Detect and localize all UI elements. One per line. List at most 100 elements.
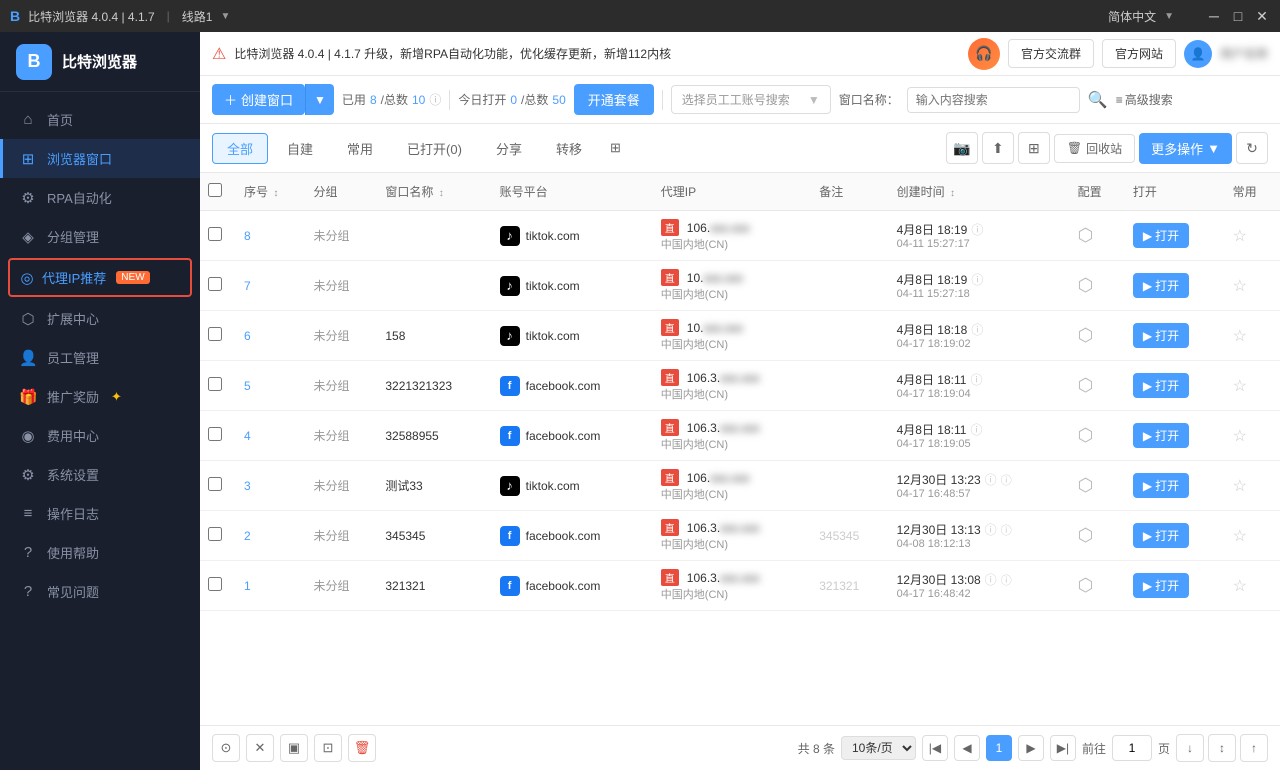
sidebar-item-settings[interactable]: ⚙ 系统设置 — [0, 455, 200, 494]
batch-open-btn[interactable]: ⊙ — [212, 734, 240, 762]
open-window-button[interactable]: ▶ 打开 — [1133, 523, 1189, 548]
sort-num-icon[interactable]: ↕ — [273, 188, 278, 199]
scroll-down-btn[interactable]: ↓ — [1176, 734, 1204, 762]
fingerprint-icon[interactable]: ⬡ — [1078, 475, 1094, 495]
page-1-btn[interactable]: 1 — [986, 735, 1012, 761]
sidebar-item-billing[interactable]: ◉ 费用中心 — [0, 416, 200, 455]
time-info-icon[interactable]: ⓘ — [971, 321, 983, 338]
filter-tab-all[interactable]: 全部 — [212, 133, 268, 164]
favorite-star[interactable]: ☆ — [1233, 478, 1247, 495]
fingerprint-icon[interactable]: ⬡ — [1078, 575, 1094, 595]
dropdown-icon[interactable]: ▼ — [220, 11, 230, 22]
info-icon[interactable]: ⓘ — [1001, 522, 1012, 538]
sidebar-item-browser-windows[interactable]: ⊞ 浏览器窗口 — [0, 139, 200, 178]
lang-dropdown-icon[interactable]: ▼ — [1164, 11, 1174, 22]
package-button[interactable]: 开通套餐 — [574, 84, 654, 115]
batch-close-btn[interactable]: ✕ — [246, 734, 274, 762]
filter-tab-self[interactable]: 自建 — [272, 133, 328, 164]
favorite-star[interactable]: ☆ — [1233, 578, 1247, 595]
filter-tab-share[interactable]: 分享 — [481, 133, 537, 164]
row-checkbox[interactable] — [208, 277, 222, 291]
open-window-button[interactable]: ▶ 打开 — [1133, 573, 1189, 598]
sort-time-icon[interactable]: ↕ — [950, 188, 955, 199]
batch-recycle-btn[interactable]: ⊡ — [314, 734, 342, 762]
filter-tab-opened[interactable]: 已打开(0) — [392, 133, 477, 164]
refresh-button[interactable]: ↻ — [1236, 132, 1268, 164]
fingerprint-icon[interactable]: ⬡ — [1078, 375, 1094, 395]
support-icon[interactable]: 🎧 — [968, 38, 1000, 70]
fingerprint-icon[interactable]: ⬡ — [1078, 325, 1094, 345]
row-checkbox[interactable] — [208, 227, 222, 241]
favorite-star[interactable]: ☆ — [1233, 378, 1247, 395]
open-window-button[interactable]: ▶ 打开 — [1133, 373, 1189, 398]
filter-tab-transfer[interactable]: 转移 — [541, 133, 597, 164]
minimize-button[interactable]: ─ — [1206, 8, 1222, 24]
official-group-button[interactable]: 官方交流群 — [1008, 39, 1094, 68]
official-site-button[interactable]: 官方网站 — [1102, 39, 1176, 68]
employee-search-dropdown[interactable]: 选择员工工账号搜索 ▼ — [671, 85, 831, 114]
sidebar-item-home[interactable]: ⌂ 首页 — [0, 100, 200, 139]
advanced-search-button[interactable]: ≡ 高级搜索 — [1116, 91, 1173, 108]
sidebar-item-help[interactable]: ? 使用帮助 — [0, 533, 200, 572]
time-info-icon[interactable]: ⓘ — [971, 221, 983, 238]
window-name-search-input[interactable] — [907, 87, 1080, 113]
page-goto-input[interactable] — [1112, 735, 1152, 761]
row-checkbox[interactable] — [208, 577, 222, 591]
sidebar-item-employee[interactable]: 👤 员工管理 — [0, 338, 200, 377]
scroll-up-btn-1[interactable]: ↕ — [1208, 734, 1236, 762]
open-window-button[interactable]: ▶ 打开 — [1133, 273, 1189, 298]
create-window-dropdown[interactable]: ▼ — [305, 84, 334, 115]
sidebar-item-proxy-recommend[interactable]: ◎ 代理IP推荐 NEW — [8, 258, 192, 297]
sort-name-icon[interactable]: ↕ — [439, 188, 444, 199]
time-info-icon[interactable]: ⓘ — [985, 571, 997, 588]
batch-check-btn[interactable]: ▣ — [280, 734, 308, 762]
grid-view-btn[interactable]: ⊞ — [1018, 132, 1050, 164]
recycle-bin-button[interactable]: 🗑 回收站 — [1054, 134, 1135, 163]
open-window-button[interactable]: ▶ 打开 — [1133, 473, 1189, 498]
prev-page-btn[interactable]: ◀ — [954, 735, 980, 761]
row-checkbox[interactable] — [208, 377, 222, 391]
time-info-icon[interactable]: ⓘ — [970, 421, 982, 438]
row-checkbox[interactable] — [208, 327, 222, 341]
filter-more-icon[interactable]: ⊞ — [601, 134, 630, 162]
row-checkbox[interactable] — [208, 427, 222, 441]
fingerprint-icon[interactable]: ⬡ — [1078, 275, 1094, 295]
favorite-star[interactable]: ☆ — [1233, 528, 1247, 545]
sidebar-item-group-manage[interactable]: ◈ 分组管理 — [0, 217, 200, 256]
page-size-select[interactable]: 10条/页 20条/页 50条/页 — [841, 736, 916, 760]
sidebar-item-extension[interactable]: ⬡ 扩展中心 — [0, 299, 200, 338]
row-checkbox[interactable] — [208, 527, 222, 541]
fingerprint-icon[interactable]: ⬡ — [1078, 225, 1094, 245]
favorite-star[interactable]: ☆ — [1233, 428, 1247, 445]
fingerprint-icon[interactable]: ⬡ — [1078, 425, 1094, 445]
fingerprint-icon[interactable]: ⬡ — [1078, 525, 1094, 545]
favorite-star[interactable]: ☆ — [1233, 278, 1247, 295]
filter-tab-common[interactable]: 常用 — [332, 133, 388, 164]
user-avatar[interactable]: 👤 — [1184, 40, 1212, 68]
time-info-icon[interactable]: ⓘ — [970, 371, 982, 388]
open-window-button[interactable]: ▶ 打开 — [1133, 423, 1189, 448]
create-window-button[interactable]: ＋ 创建窗口 — [212, 84, 305, 115]
next-page-btn[interactable]: ▶ — [1018, 735, 1044, 761]
scroll-up-btn-2[interactable]: ↑ — [1240, 734, 1268, 762]
share-icon-btn[interactable]: ⬆ — [982, 132, 1014, 164]
favorite-star[interactable]: ☆ — [1233, 228, 1247, 245]
maximize-button[interactable]: □ — [1230, 8, 1246, 24]
first-page-btn[interactable]: |◀ — [922, 735, 948, 761]
lang-selector[interactable]: 简体中文 — [1108, 8, 1156, 25]
info-icon[interactable]: ⓘ — [1001, 572, 1012, 588]
sidebar-item-faq[interactable]: ? 常见问题 — [0, 572, 200, 611]
open-window-button[interactable]: ▶ 打开 — [1133, 223, 1189, 248]
batch-delete-btn[interactable]: 🗑 — [348, 734, 376, 762]
screenshot-icon-btn[interactable]: 📷 — [946, 132, 978, 164]
sidebar-item-operation-log[interactable]: ≡ 操作日志 — [0, 494, 200, 533]
time-info-icon[interactable]: ⓘ — [985, 521, 997, 538]
favorite-star[interactable]: ☆ — [1233, 328, 1247, 345]
time-info-icon[interactable]: ⓘ — [971, 271, 983, 288]
open-window-button[interactable]: ▶ 打开 — [1133, 323, 1189, 348]
info-icon1[interactable]: ⓘ — [429, 91, 441, 108]
search-icon[interactable]: 🔍 — [1088, 90, 1108, 110]
select-all-checkbox[interactable] — [208, 183, 222, 197]
sidebar-item-promotion[interactable]: 🎁 推广奖励 ✦ — [0, 377, 200, 416]
more-actions-button[interactable]: 更多操作 ▼ — [1139, 133, 1232, 164]
